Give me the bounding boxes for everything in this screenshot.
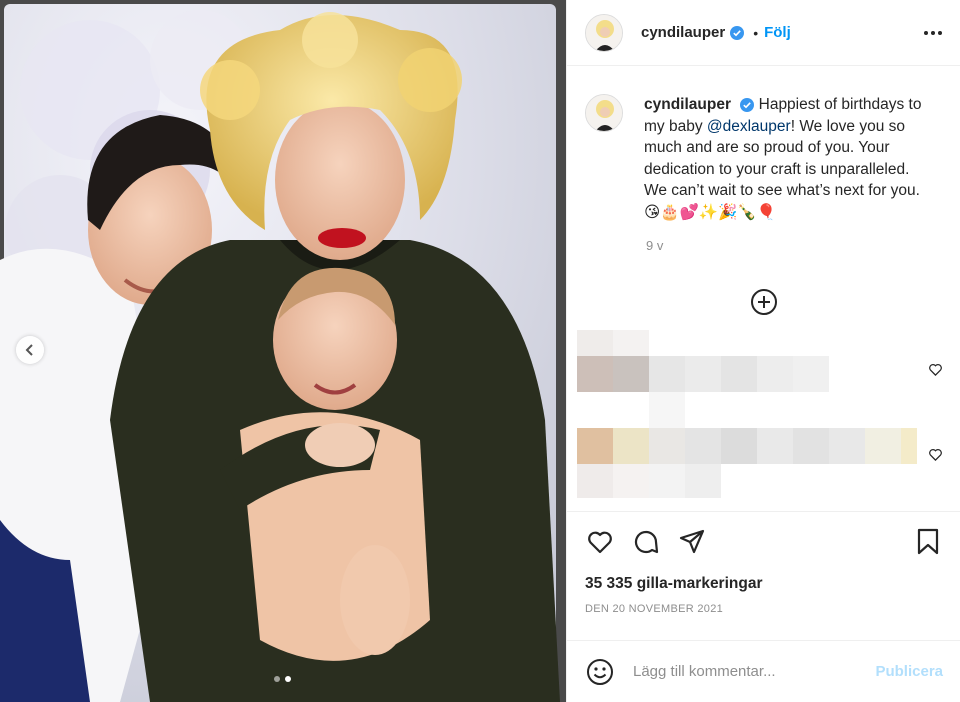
save-button[interactable] — [913, 527, 943, 557]
avatar-image — [586, 95, 622, 131]
carousel-previous-button[interactable] — [16, 336, 44, 364]
follow-button[interactable]: Följ — [764, 24, 791, 41]
emoji-icon[interactable] — [585, 657, 615, 687]
share-button[interactable] — [677, 527, 707, 557]
post-date: DEN 20 NOVEMBER 2021 — [585, 603, 724, 615]
add-comment-bar: Publicera — [567, 640, 960, 702]
caption-text: cyndilauper Happiest of birthdays to my … — [644, 94, 934, 223]
caption-timestamp[interactable]: 9 v — [646, 238, 960, 253]
header-separator: • — [753, 24, 759, 41]
caption-avatar[interactable] — [585, 94, 623, 132]
bookmark-icon — [917, 528, 939, 555]
comment-input[interactable] — [633, 663, 853, 680]
comment-like-heart-icon[interactable] — [928, 362, 943, 377]
carousel-dot — [274, 676, 280, 682]
post-actions: 35 335 gilla-markeringar DEN 20 NOVEMBER… — [567, 511, 960, 615]
verified-badge-icon — [730, 25, 745, 40]
avatar[interactable] — [585, 13, 623, 52]
post-photo — [0, 0, 566, 702]
carousel-dot-active — [285, 676, 291, 682]
comment-like-heart-icon[interactable] — [928, 447, 943, 462]
caption-username[interactable]: cyndilauper — [644, 96, 731, 113]
comment-icon — [634, 530, 659, 554]
avatar-image — [586, 14, 622, 51]
share-icon — [679, 529, 705, 554]
more-options-icon[interactable] — [924, 30, 942, 35]
caption-mention-link[interactable]: @dexlauper — [707, 118, 791, 135]
header-username[interactable]: cyndilauper — [641, 24, 725, 41]
like-button[interactable] — [585, 527, 615, 557]
publish-button[interactable]: Publicera — [875, 663, 943, 680]
post-sidebar: cyndilauper • Följ cyndilauper Happiest … — [566, 0, 960, 702]
comment-button[interactable] — [631, 527, 661, 557]
add-comments-icon[interactable] — [750, 288, 778, 316]
carousel-indicator — [274, 676, 291, 682]
post-image — [0, 0, 566, 702]
heart-icon — [588, 531, 612, 554]
chevron-left-icon — [25, 344, 33, 356]
post-caption: cyndilauper Happiest of birthdays to my … — [567, 66, 960, 223]
likes-count[interactable]: 35 335 gilla-markeringar — [585, 575, 943, 593]
post-header: cyndilauper • Följ — [567, 0, 960, 66]
verified-badge-icon — [740, 97, 755, 112]
